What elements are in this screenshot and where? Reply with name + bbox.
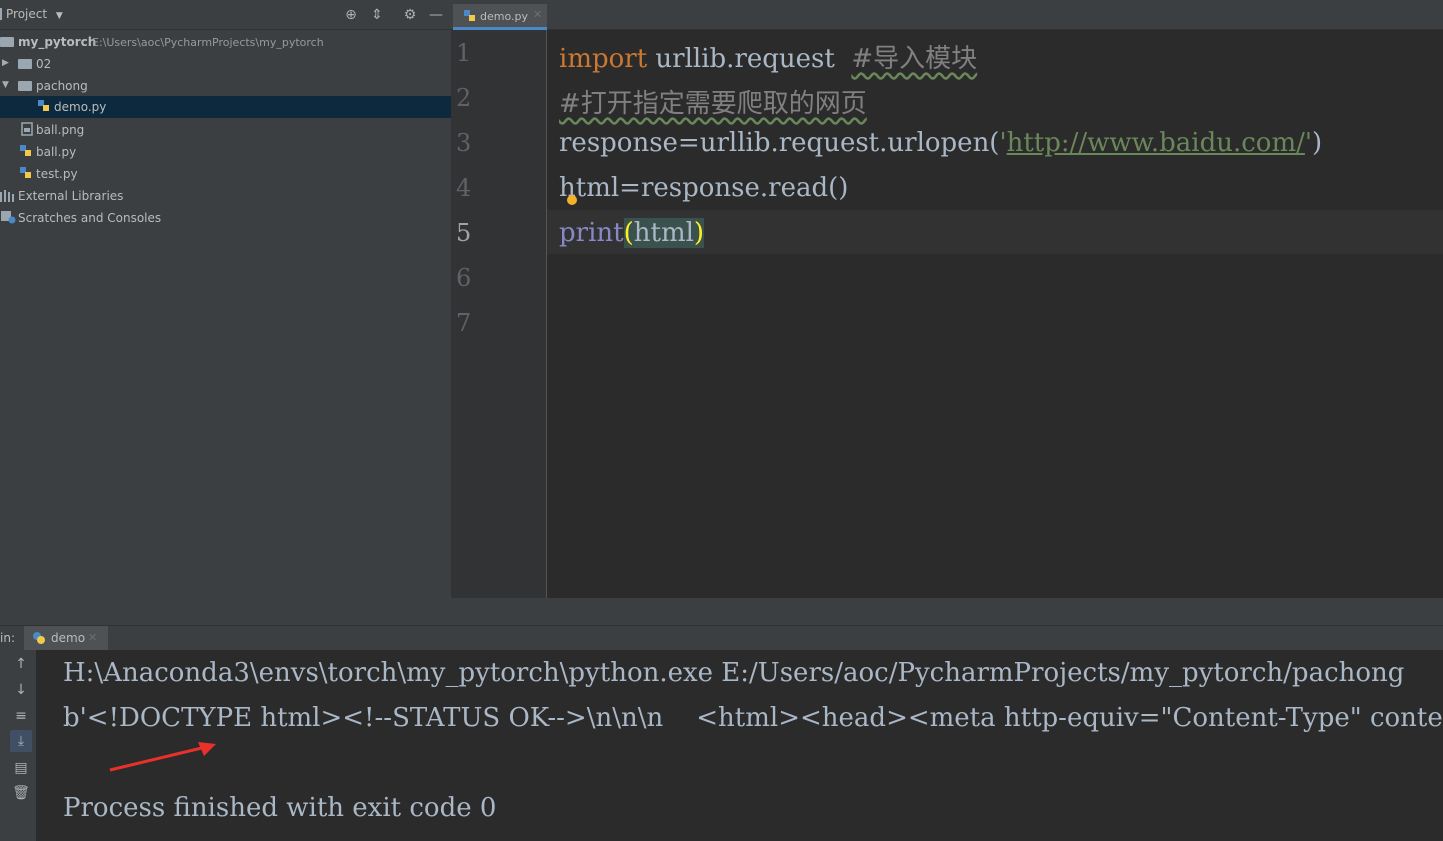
code-text: ) <box>1312 128 1323 158</box>
run-tab-demo[interactable]: demo ✕ <box>24 626 108 651</box>
tree-item-test-py[interactable]: test.py <box>0 163 451 185</box>
string-quote: ' <box>999 128 1007 158</box>
paren-open: ( <box>623 218 634 248</box>
line-number: 2 <box>456 84 472 112</box>
red-arrow-annotation <box>109 742 216 772</box>
collapse-all-icon[interactable]: ⇕ <box>367 5 387 25</box>
comment: #打开指定需要爬取的网页 <box>559 89 867 119</box>
project-view-selector[interactable]: Project ▼ <box>0 7 63 21</box>
print-icon[interactable]: ▤ <box>10 757 32 779</box>
tab-demo-py[interactable]: demo.py ✕ <box>453 4 547 30</box>
tree-item-label: ball.py <box>36 145 77 159</box>
paren-close: ) <box>693 218 705 248</box>
arrow-up-icon[interactable]: ↑ <box>10 653 32 675</box>
tree-item-label: my_pytorch <box>18 35 97 49</box>
line-number: 5 <box>456 219 472 247</box>
code-line-4[interactable]: html=response.read() <box>559 173 849 205</box>
code-editor[interactable]: import urllib.request #导入模块 #打开指定需要爬取的网页… <box>547 30 1443 598</box>
line-number: 3 <box>456 129 472 157</box>
chevron-right-icon[interactable]: ▶ <box>2 58 9 68</box>
builtin-print: print <box>559 218 624 248</box>
scroll-to-end-icon[interactable]: ⤓ <box>10 730 32 752</box>
code-text: response=urllib.request.urlopen( <box>559 128 1000 158</box>
project-title-label: Project <box>6 7 48 21</box>
close-icon[interactable]: ✕ <box>88 631 97 644</box>
project-icon <box>0 8 2 20</box>
run-panel-header: in: demo ✕ <box>0 625 1443 651</box>
tree-item-path: E:\Users\aoc\PycharmProjects\my_pytorch <box>92 36 324 49</box>
code-text: html=response.read() <box>559 173 849 203</box>
libraries-icon <box>0 190 14 205</box>
scratches-icon <box>0 210 16 227</box>
soft-wrap-icon[interactable]: ≡ <box>10 705 32 727</box>
line-number: 4 <box>456 174 472 202</box>
run-toolbar: ↑ ↓ ≡ ⤓ ▤ 🗑 <box>0 650 36 841</box>
folder-icon <box>18 81 32 91</box>
tree-item-demo-py[interactable]: demo.py <box>0 96 451 118</box>
console-line: H:\Anaconda3\envs\torch\my_pytorch\pytho… <box>63 658 1405 688</box>
tree-item-scratches[interactable]: Scratches and Consoles <box>0 207 451 229</box>
python-file-icon <box>19 166 33 180</box>
tree-item-label: test.py <box>36 167 78 181</box>
line-number: 7 <box>456 309 472 337</box>
code-line-5[interactable]: print(html) <box>559 218 705 248</box>
line-number: 6 <box>456 264 472 292</box>
lightbulb-icon[interactable] <box>567 195 577 205</box>
code-line-2[interactable]: #打开指定需要爬取的网页 <box>559 83 867 120</box>
editor-tab-bar: demo.py ✕ <box>451 0 1443 30</box>
tree-item-label: Scratches and Consoles <box>18 211 162 225</box>
line-number-gutter: 1 2 3 4 5 6 7 <box>451 30 547 598</box>
tab-label: demo.py <box>480 10 528 23</box>
folder-icon <box>18 59 32 69</box>
python-file-icon <box>19 144 33 158</box>
console-output[interactable]: H:\Anaconda3\envs\torch\my_pytorch\pytho… <box>36 650 1443 841</box>
tree-item-02[interactable]: ▶ 02 <box>0 53 451 75</box>
hide-panel-icon[interactable]: — <box>426 5 446 25</box>
python-file-icon <box>37 99 51 113</box>
tree-item-external-libraries[interactable]: External Libraries <box>0 185 451 207</box>
keyword-import: import <box>559 44 648 74</box>
console-line: b'<!DOCTYPE html><!--STATUS OK-->\n\n\n … <box>63 703 1443 733</box>
trash-icon[interactable]: 🗑 <box>10 782 32 804</box>
chevron-down-icon[interactable]: ▼ <box>2 80 9 90</box>
run-label: in: <box>0 631 15 645</box>
comment: #导入模块 <box>851 44 978 74</box>
tree-item-ball-py[interactable]: ball.py <box>0 141 451 163</box>
tree-item-my-pytorch[interactable]: my_pytorch E:\Users\aoc\PycharmProjects\… <box>0 31 451 53</box>
line-number: 1 <box>456 39 472 67</box>
project-panel: Project ▼ ⊕ ⇕ ⚙ — my_pytorch E:\Users\ao… <box>0 0 451 625</box>
code-text: html <box>633 218 694 248</box>
arrow-down-icon[interactable]: ↓ <box>10 679 32 701</box>
run-tab-label: demo <box>51 631 86 645</box>
project-panel-header: Project ▼ ⊕ ⇕ ⚙ — <box>0 0 451 30</box>
code-line-1[interactable]: import urllib.request #导入模块 <box>559 38 977 75</box>
tree-item-ball-png[interactable]: ball.png <box>0 119 451 141</box>
module-name: urllib.request <box>647 44 852 74</box>
tree-item-label: ball.png <box>36 123 85 137</box>
gear-icon[interactable]: ⚙ <box>400 5 420 25</box>
tree-item-pachong[interactable]: ▼ pachong <box>0 75 451 97</box>
code-line-3[interactable]: response=urllib.request.urlopen('http://… <box>559 128 1322 158</box>
editor-breadcrumb-bar <box>451 598 1443 625</box>
tree-item-label: pachong <box>36 79 88 93</box>
python-icon <box>32 631 46 648</box>
tree-item-label: demo.py <box>54 100 107 114</box>
tree-item-label: 02 <box>36 57 52 71</box>
chevron-down-icon: ▼ <box>55 11 63 21</box>
python-file-icon <box>463 9 477 26</box>
string-quote: ' <box>1304 128 1313 158</box>
tree-item-label: External Libraries <box>18 189 124 203</box>
image-file-icon <box>21 122 33 136</box>
locate-file-icon[interactable]: ⊕ <box>341 5 361 25</box>
close-icon[interactable]: ✕ <box>533 8 542 21</box>
url-string[interactable]: http://www.baidu.com/ <box>1007 128 1305 158</box>
folder-icon <box>0 37 14 47</box>
console-line: Process finished with exit code 0 <box>63 793 497 823</box>
